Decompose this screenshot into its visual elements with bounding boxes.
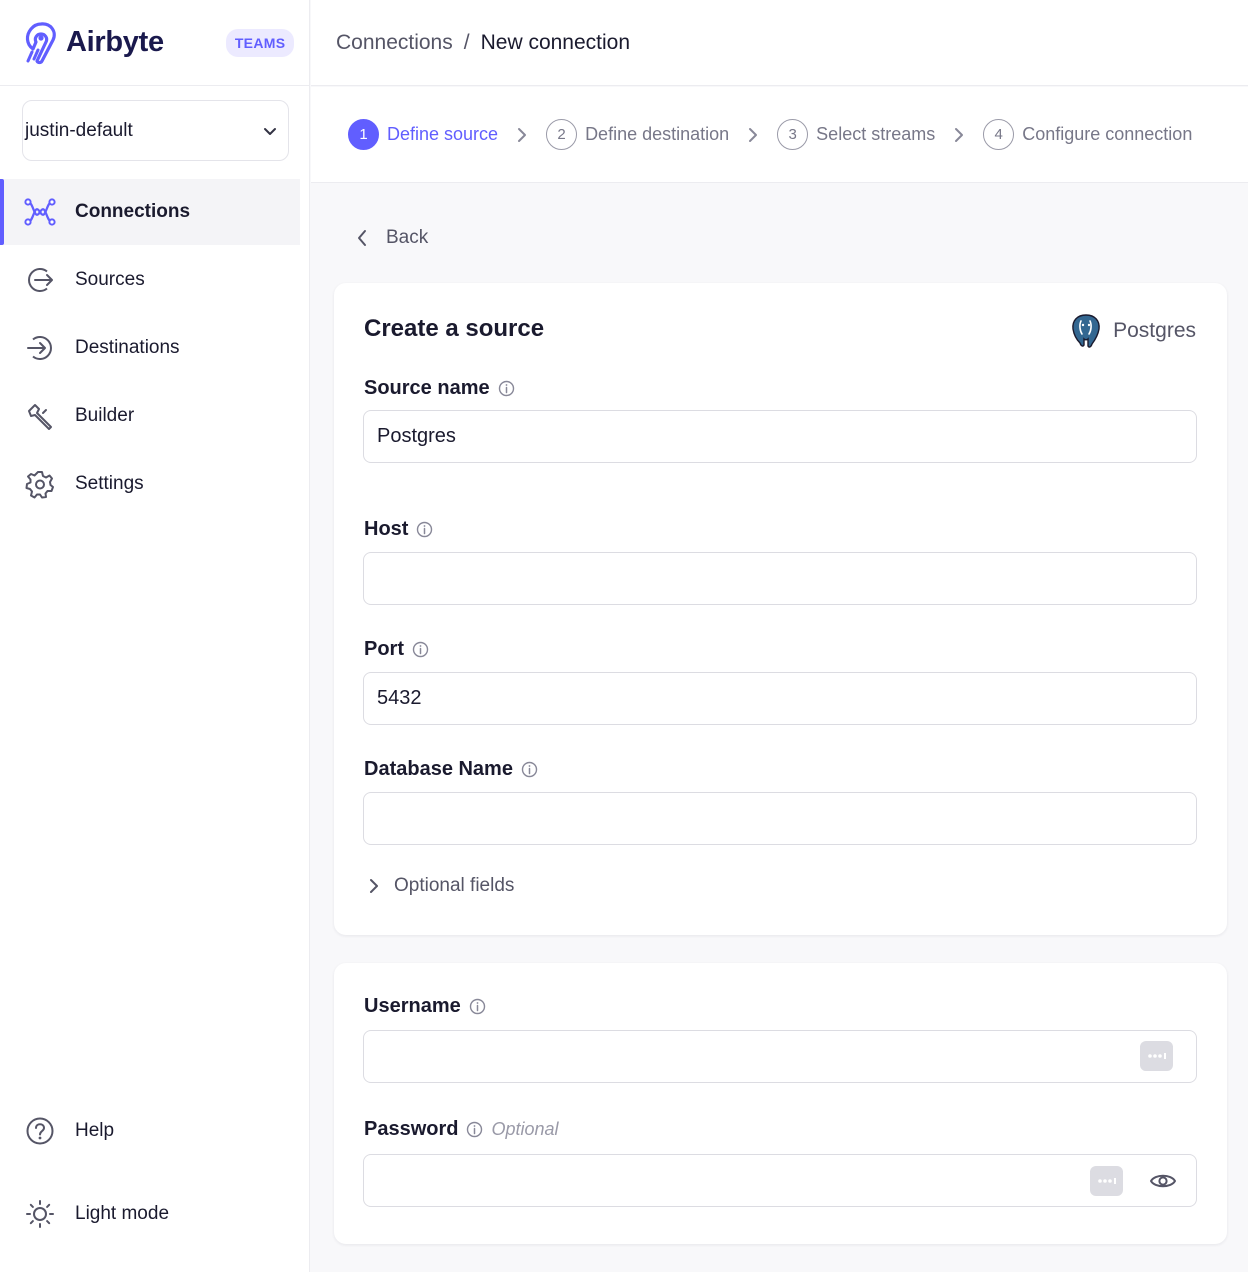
help-icon [24, 1115, 56, 1147]
workspace-name: justin-default [25, 119, 133, 141]
database-name-label: Database Name [364, 758, 538, 781]
breadcrumb-separator: / [463, 30, 470, 54]
field-label-text: Database Name [364, 758, 513, 780]
sidebar-item-label: Sources [75, 269, 145, 290]
password-manager-icon[interactable] [1140, 1041, 1173, 1071]
breadcrumb-current: New connection [480, 30, 631, 54]
sidebar-nav: Connections Sources Destinations Builder… [0, 179, 310, 519]
step-label: Define destination [585, 124, 730, 144]
source-name-label: Source name [364, 377, 515, 400]
field-label-text: Port [364, 638, 404, 660]
postgres-logo-icon [1072, 314, 1100, 348]
source-type: Postgres [1069, 313, 1196, 349]
step-label: Configure connection [1022, 124, 1193, 144]
chevron-right-icon [370, 879, 378, 893]
step-number: 1 [348, 119, 379, 150]
password-manager-icon[interactable] [1090, 1166, 1123, 1196]
optional-tag: Optional [491, 1119, 559, 1139]
username-label: Username [364, 995, 486, 1018]
sun-icon [24, 1198, 56, 1230]
step-select-streams[interactable]: 3 Select streams [777, 119, 935, 150]
source-type-label: Postgres [1113, 319, 1196, 342]
field-label-text: Host [364, 518, 409, 540]
step-number: 2 [546, 119, 578, 150]
connections-icon [24, 196, 56, 228]
field-label-text: Username [364, 995, 461, 1017]
sidebar-item-label: Builder [75, 405, 135, 426]
workspace-selector[interactable]: justin-default [22, 100, 289, 161]
info-icon[interactable] [469, 998, 486, 1015]
show-password-eye-icon[interactable] [1147, 1166, 1179, 1196]
brand-name: Airbyte [66, 26, 164, 58]
breadcrumb: Connections / New connection [311, 0, 1248, 86]
card-title: Create a source [364, 315, 545, 342]
sources-icon [24, 264, 56, 296]
breadcrumb-connections[interactable]: Connections [336, 31, 453, 55]
info-icon[interactable] [416, 521, 433, 538]
source-name-input[interactable] [363, 410, 1197, 463]
back-label: Back [386, 227, 429, 248]
destinations-icon [24, 332, 56, 364]
step-number: 3 [777, 119, 809, 150]
brand: Airbyte TEAMS [0, 0, 309, 86]
chevron-left-icon [358, 230, 366, 246]
port-label: Port [364, 638, 429, 661]
sidebar-item-label: Connections [75, 201, 191, 222]
step-define-source[interactable]: 1 Define source [348, 119, 498, 150]
chevron-down-icon [264, 127, 276, 135]
sidebar-item-label: Destinations [75, 337, 180, 358]
step-label: Define source [387, 124, 499, 144]
port-input[interactable] [363, 672, 1197, 725]
password-label: Password Optional [364, 1118, 559, 1141]
credentials-card: Username Password Optional [334, 963, 1227, 1244]
optional-fields-label: Optional fields [394, 875, 515, 896]
teams-badge: TEAMS [225, 28, 295, 57]
create-source-card: Create a source Postgres Source name Hos… [334, 283, 1227, 935]
info-icon[interactable] [412, 641, 429, 658]
back-button[interactable]: Back [356, 222, 428, 254]
sidebar-item-sources[interactable]: Sources [0, 247, 310, 313]
info-icon[interactable] [498, 380, 515, 397]
password-input[interactable] [363, 1154, 1197, 1207]
sidebar-item-destinations[interactable]: Destinations [0, 315, 310, 381]
sidebar-item-connections[interactable]: Connections [0, 179, 300, 245]
sidebar-bottom-nav: Help Light mode [0, 1098, 310, 1264]
settings-icon [24, 468, 56, 500]
info-icon[interactable] [466, 1121, 483, 1138]
step-label: Select streams [816, 124, 936, 144]
field-label-text: Password [364, 1118, 459, 1140]
host-input[interactable] [363, 552, 1197, 605]
builder-icon [24, 400, 56, 432]
host-label: Host [364, 518, 433, 541]
sidebar-item-label: Help [75, 1120, 115, 1141]
sidebar-item-builder[interactable]: Builder [0, 383, 310, 449]
chevron-right-icon [516, 127, 528, 143]
sidebar: Airbyte TEAMS justin-default Connections [0, 0, 310, 1272]
info-icon[interactable] [521, 761, 538, 778]
step-define-destination[interactable]: 2 Define destination [546, 119, 729, 150]
step-number: 4 [983, 119, 1015, 150]
chevron-right-icon [953, 127, 965, 143]
step-configure-connection[interactable]: 4 Configure connection [983, 119, 1192, 150]
sidebar-item-help[interactable]: Help [0, 1098, 310, 1164]
airbyte-logo-icon[interactable] [20, 21, 60, 65]
username-input[interactable] [363, 1030, 1197, 1083]
chevron-right-icon [747, 127, 759, 143]
sidebar-item-light-mode[interactable]: Light mode [0, 1181, 310, 1247]
sidebar-item-settings[interactable]: Settings [0, 451, 310, 517]
database-name-input[interactable] [363, 792, 1197, 845]
connection-stepper: 1 Define source 2 Define destination 3 S… [311, 87, 1248, 183]
optional-fields-toggle[interactable]: Optional fields [368, 875, 514, 897]
field-label-text: Source name [364, 377, 490, 399]
sidebar-item-label: Light mode [75, 1203, 170, 1224]
sidebar-item-label: Settings [75, 473, 144, 494]
